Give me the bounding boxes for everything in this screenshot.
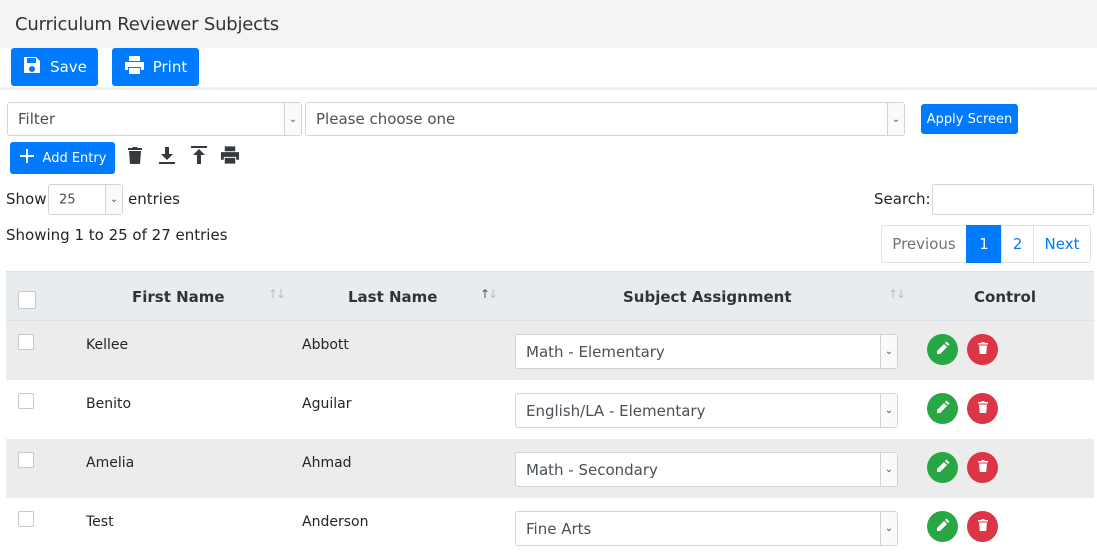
- table-row: Benito Aguilar English/LA - Elementary ⌄: [6, 380, 1094, 439]
- add-entry-label: Add Entry: [42, 150, 107, 166]
- subject-select-value: Math - Elementary: [526, 342, 665, 361]
- chevron-down-icon: ⌄: [284, 103, 301, 135]
- trash-icon: [976, 517, 990, 536]
- edit-button[interactable]: [927, 511, 958, 542]
- sort-icon[interactable]: ↑↓: [888, 287, 906, 301]
- entries-length-value: 25: [59, 192, 76, 207]
- sort-icon[interactable]: ↑↓: [480, 287, 498, 301]
- search-input[interactable]: [932, 184, 1094, 215]
- first-name-cell: Kellee: [86, 337, 129, 353]
- edit-button[interactable]: [927, 452, 958, 483]
- save-button[interactable]: Save: [11, 48, 98, 86]
- delete-button[interactable]: [967, 511, 998, 542]
- upload-icon[interactable]: [189, 145, 209, 165]
- trash-icon: [976, 458, 990, 477]
- page-header: Curriculum Reviewer Subjects: [0, 0, 1097, 48]
- first-name-cell: Test: [86, 514, 114, 530]
- first-name-cell: Amelia: [86, 455, 135, 471]
- sort-icon[interactable]: ↑↓: [268, 287, 286, 301]
- chevron-down-icon: ⌄: [887, 103, 904, 135]
- save-button-label: Save: [50, 58, 87, 76]
- pencil-icon: [936, 458, 950, 477]
- column-header-subject-assignment[interactable]: Subject Assignment: [623, 288, 792, 306]
- last-name-cell: Ahmad: [302, 455, 352, 471]
- chevron-down-icon: ⌄: [880, 512, 897, 545]
- plus-icon: [19, 148, 35, 168]
- trash-icon[interactable]: [125, 145, 145, 165]
- filter-choice-value: Please choose one: [316, 110, 456, 128]
- filter-choice-select[interactable]: Please choose one ⌄: [305, 102, 905, 136]
- entries-label: entries: [128, 190, 180, 208]
- pagination-page-1[interactable]: 1: [966, 225, 1002, 263]
- pagination-next[interactable]: Next: [1033, 225, 1091, 263]
- apply-screen-label: Apply Screen: [926, 111, 1013, 127]
- column-header-control: Control: [974, 288, 1037, 306]
- table-header: First Name ↑↓ Last Name ↑↓ Subject Assig…: [6, 271, 1094, 321]
- chevron-down-icon: ⌄: [880, 453, 897, 486]
- column-header-last-name[interactable]: Last Name: [348, 288, 437, 306]
- pagination: Previous 1 2 Next: [881, 225, 1091, 263]
- search-label: Search:: [874, 190, 931, 208]
- show-label: Show: [6, 190, 47, 208]
- filter-field-value: Filter: [18, 110, 56, 128]
- printer-icon[interactable]: [220, 145, 240, 165]
- filter-field-select[interactable]: Filter ⌄: [7, 102, 302, 136]
- delete-button[interactable]: [967, 452, 998, 483]
- pagination-previous[interactable]: Previous: [881, 225, 967, 263]
- subject-select[interactable]: Math - Secondary ⌄: [515, 452, 898, 487]
- pencil-icon: [936, 340, 950, 359]
- pencil-icon: [936, 399, 950, 418]
- subject-select[interactable]: Fine Arts ⌄: [515, 511, 898, 546]
- subject-select[interactable]: English/LA - Elementary ⌄: [515, 393, 898, 428]
- last-name-cell: Aguilar: [302, 396, 352, 412]
- action-toolbar: Save Print: [0, 48, 1097, 90]
- trash-icon: [976, 340, 990, 359]
- pencil-icon: [936, 517, 950, 536]
- add-entry-button[interactable]: Add Entry: [10, 142, 115, 174]
- trash-icon: [976, 399, 990, 418]
- delete-button[interactable]: [967, 393, 998, 424]
- table-info: Showing 1 to 25 of 27 entries: [6, 226, 228, 244]
- edit-button[interactable]: [927, 393, 958, 424]
- chevron-down-icon: ⌄: [105, 185, 122, 214]
- subject-select-value: English/LA - Elementary: [526, 401, 706, 420]
- row-checkbox[interactable]: [18, 393, 34, 409]
- subject-select[interactable]: Math - Elementary ⌄: [515, 334, 898, 369]
- entries-length-select[interactable]: 25 ⌄: [48, 184, 123, 215]
- save-icon: [22, 55, 42, 79]
- first-name-cell: Benito: [86, 396, 132, 412]
- table-row: Test Anderson Fine Arts ⌄: [6, 498, 1094, 557]
- row-checkbox[interactable]: [18, 452, 34, 468]
- select-all-checkbox[interactable]: [18, 291, 36, 309]
- last-name-cell: Abbott: [302, 337, 349, 353]
- print-button-label: Print: [152, 58, 188, 76]
- apply-screen-button[interactable]: Apply Screen: [921, 104, 1018, 134]
- chevron-down-icon: ⌄: [880, 394, 897, 427]
- printer-icon: [124, 55, 145, 79]
- chevron-down-icon: ⌄: [880, 335, 897, 368]
- subject-select-value: Math - Secondary: [526, 460, 658, 479]
- edit-button[interactable]: [927, 334, 958, 365]
- print-button[interactable]: Print: [112, 48, 199, 86]
- table-row: Amelia Ahmad Math - Secondary ⌄: [6, 439, 1094, 498]
- subject-select-value: Fine Arts: [526, 519, 592, 538]
- column-header-first-name[interactable]: First Name: [132, 288, 225, 306]
- page-title: Curriculum Reviewer Subjects: [15, 14, 279, 35]
- row-checkbox[interactable]: [18, 334, 34, 350]
- pagination-page-2[interactable]: 2: [1001, 225, 1034, 263]
- table-row: Kellee Abbott Math - Elementary ⌄: [6, 321, 1094, 380]
- last-name-cell: Anderson: [302, 514, 369, 530]
- row-checkbox[interactable]: [18, 511, 34, 527]
- download-icon[interactable]: [157, 145, 177, 165]
- delete-button[interactable]: [967, 334, 998, 365]
